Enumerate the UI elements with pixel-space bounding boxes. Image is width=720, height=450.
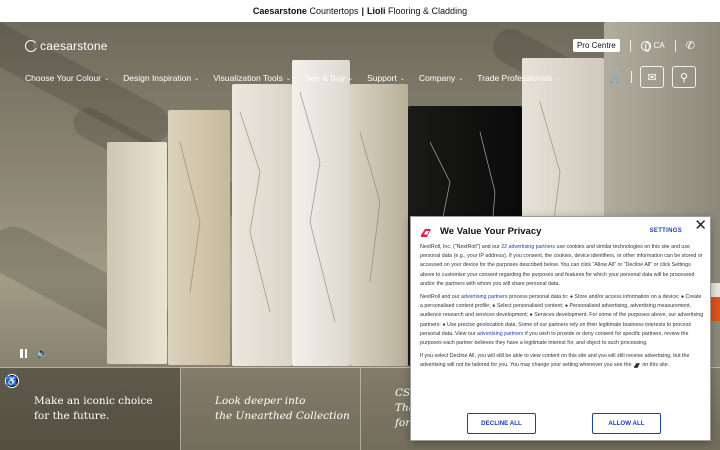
main-nav: Choose Your Colour ⌄ Design Inspiration ⌄ … bbox=[25, 73, 561, 83]
pro-centre-button[interactable]: Pro Centre bbox=[572, 39, 620, 52]
chevron-down-icon: ⌄ bbox=[104, 75, 110, 82]
privacy-title: We Value Your Privacy bbox=[440, 226, 542, 237]
decline-all-button[interactable]: DECLINE ALL bbox=[467, 413, 536, 434]
text: NextRoll, Inc. ("NextRoll") and our bbox=[420, 244, 502, 250]
globe-icon bbox=[640, 40, 651, 52]
card-line: Make an iconic choice bbox=[34, 395, 153, 407]
phone-icon[interactable]: ✆ bbox=[686, 39, 695, 52]
caesarstone-logo[interactable]: caesarstone bbox=[25, 39, 108, 53]
nextroll-logo-icon bbox=[421, 229, 431, 237]
topbar-separator: | bbox=[361, 6, 365, 16]
nav-choose-your-colour[interactable]: Choose Your Colour ⌄ bbox=[25, 73, 109, 83]
utility-bar: Pro Centre CA ✆ bbox=[572, 39, 695, 52]
nextroll-inline-icon bbox=[633, 362, 640, 368]
pause-icon[interactable] bbox=[20, 349, 27, 358]
volume-icon[interactable]: 🔈 bbox=[36, 348, 48, 359]
nav-label: Choose Your Colour bbox=[25, 73, 102, 83]
chevron-down-icon: ⌄ bbox=[348, 75, 354, 82]
privacy-paragraph: NextRoll and our advertising partners pr… bbox=[420, 293, 704, 348]
advertising-partners-link[interactable]: 22 advertising partners bbox=[501, 244, 555, 250]
allow-all-button[interactable]: ALLOW ALL bbox=[592, 413, 661, 434]
nav-label: See & Buy bbox=[304, 73, 346, 83]
card-line: the Unearthed Collection bbox=[215, 410, 350, 422]
nav-see-and-buy[interactable]: See & Buy ⌄ bbox=[305, 73, 353, 83]
advertising-partners-link[interactable]: advertising partners bbox=[461, 294, 508, 300]
nav-label: Design Inspiration bbox=[123, 73, 192, 83]
caesarstone-brand-link[interactable]: Caesarstone bbox=[253, 6, 307, 16]
text: NextRoll and our bbox=[420, 294, 461, 301]
region-label: CA bbox=[653, 41, 665, 50]
card-unearthed-collection[interactable]: Look deeper into the Unearthed Collectio… bbox=[180, 367, 360, 450]
nav-label: Support bbox=[367, 73, 397, 83]
chevron-down-icon: ⌄ bbox=[399, 75, 405, 82]
chevron-down-icon: ⌄ bbox=[194, 75, 200, 82]
nav-icons: 🛒 ✉ ⚲ bbox=[609, 66, 696, 88]
chevron-down-icon: ⌄ bbox=[555, 75, 561, 82]
nav-label: Visualization Tools bbox=[213, 73, 283, 83]
nav-label: Trade Professionals bbox=[477, 73, 553, 83]
privacy-paragraph: NextRoll, Inc. ("NextRoll") and our 22 a… bbox=[420, 243, 704, 289]
announcement-bar: Caesarstone Countertops | Lioli Flooring… bbox=[0, 0, 720, 22]
privacy-body: NextRoll, Inc. ("NextRoll") and our 22 a… bbox=[420, 243, 704, 375]
card-line: Look deeper into bbox=[215, 395, 306, 407]
accessibility-icon[interactable]: ♿ bbox=[5, 374, 19, 388]
divider bbox=[674, 39, 676, 52]
text: on this site. bbox=[640, 362, 670, 369]
search-icon[interactable]: ⚲ bbox=[672, 66, 696, 88]
divider bbox=[629, 39, 631, 52]
chevron-down-icon: ⌄ bbox=[285, 75, 291, 82]
nav-trade-professionals[interactable]: Trade Professionals ⌄ bbox=[477, 73, 560, 83]
chevron-down-icon: ⌄ bbox=[458, 75, 464, 82]
video-controls: 🔈 bbox=[20, 348, 48, 359]
nav-support[interactable]: Support ⌄ bbox=[367, 73, 405, 83]
privacy-dialog: We Value Your Privacy SETTINGS ✕ NextRol… bbox=[410, 216, 711, 441]
card-iconic-choice[interactable]: Make an iconic choice for the future. bbox=[0, 367, 180, 450]
close-icon[interactable]: ✕ bbox=[694, 218, 707, 233]
logo-text: caesarstone bbox=[40, 39, 108, 53]
settings-link[interactable]: SETTINGS bbox=[650, 228, 682, 234]
card-line: for the future. bbox=[34, 410, 110, 422]
countertops-text[interactable]: Countertops bbox=[309, 6, 358, 16]
text: use cookies and similar technologies on … bbox=[420, 244, 703, 287]
divider bbox=[631, 71, 632, 83]
logo-mark-icon bbox=[25, 40, 38, 52]
nav-design-inspiration[interactable]: Design Inspiration ⌄ bbox=[123, 73, 199, 83]
flooring-text[interactable]: Flooring & Cladding bbox=[388, 6, 467, 16]
region-selector[interactable]: CA bbox=[640, 40, 665, 52]
lioli-brand-link[interactable]: Lioli bbox=[367, 6, 386, 16]
nav-visualization-tools[interactable]: Visualization Tools ⌄ bbox=[213, 73, 291, 83]
cart-icon[interactable]: 🛒 bbox=[609, 71, 623, 84]
chat-icon[interactable]: ✉ bbox=[640, 66, 664, 88]
nav-label: Company bbox=[418, 73, 456, 83]
nav-company[interactable]: Company ⌄ bbox=[419, 73, 463, 83]
advertising-partners-link[interactable]: advertising partners bbox=[477, 331, 524, 337]
privacy-paragraph: If you select Decline All, you will stil… bbox=[420, 352, 704, 370]
